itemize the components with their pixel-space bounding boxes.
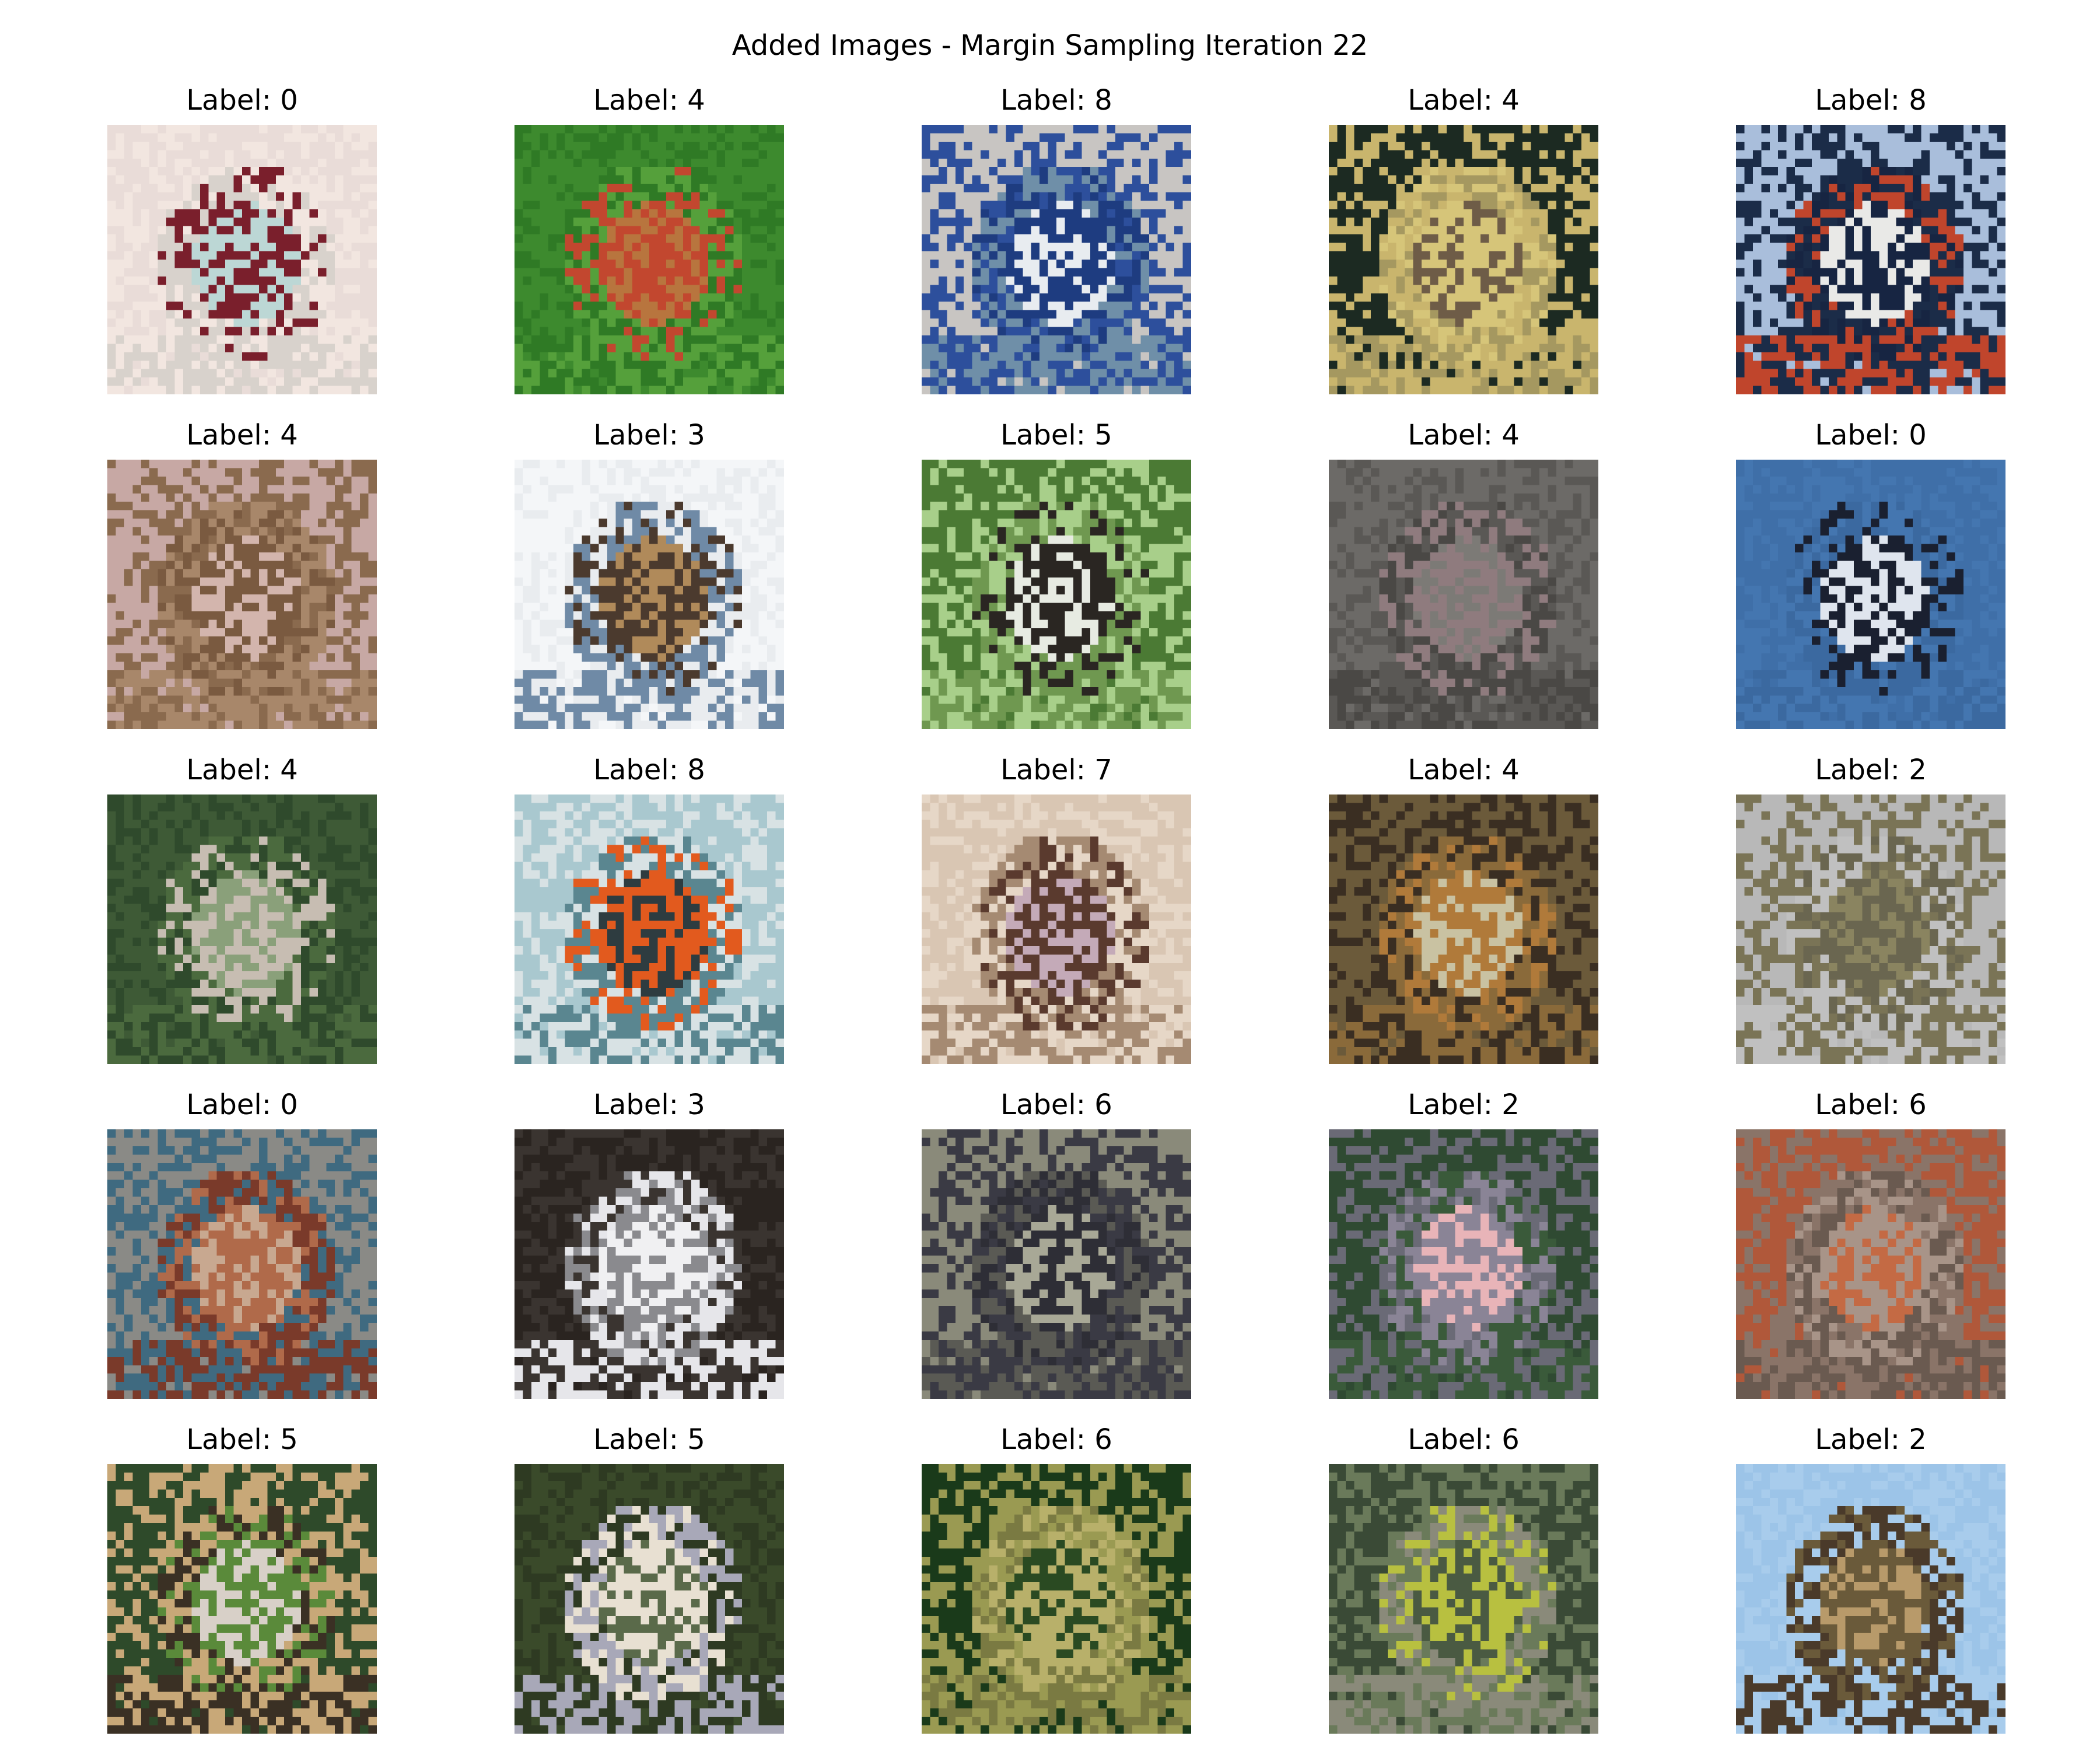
deer-thumbnail (107, 794, 377, 1064)
cat-thumbnail (514, 460, 784, 729)
dog-thumbnail (514, 1464, 784, 1734)
deer-thumbnail (1329, 460, 1598, 729)
image-label: Label: 6 (1306, 1422, 1622, 1457)
frog-thumbnail (1736, 1129, 2006, 1399)
image-label: Label: 0 (84, 83, 400, 118)
image-label: Label: 6 (898, 1087, 1214, 1122)
deer-thumbnail (514, 125, 784, 394)
image-label: Label: 3 (491, 418, 807, 453)
frog-thumbnail (922, 1129, 1191, 1399)
image-label: Label: 0 (1713, 418, 2029, 453)
figure-title: Added Images - Margin Sampling Iteration… (0, 28, 2100, 63)
image-label: Label: 6 (898, 1422, 1214, 1457)
deer-thumbnail (1329, 794, 1598, 1064)
deer-thumbnail (1329, 125, 1598, 394)
frog-thumbnail (1329, 1464, 1598, 1734)
image-label: Label: 4 (1306, 83, 1622, 118)
image-label: Label: 5 (84, 1422, 400, 1457)
cat-thumbnail (514, 1129, 784, 1399)
image-label: Label: 8 (1713, 83, 2029, 118)
ship-thumbnail (514, 794, 784, 1064)
image-label: Label: 4 (491, 83, 807, 118)
bird-thumbnail (1736, 1464, 2006, 1734)
deer-thumbnail (107, 460, 377, 729)
image-label: Label: 7 (898, 752, 1214, 788)
airplane-thumbnail (107, 125, 377, 394)
image-label: Label: 4 (1306, 752, 1622, 788)
image-label: Label: 4 (84, 752, 400, 788)
ship-thumbnail (922, 125, 1191, 394)
horse-thumbnail (922, 794, 1191, 1064)
image-label: Label: 4 (84, 418, 400, 453)
image-label: Label: 5 (491, 1422, 807, 1457)
image-label: Label: 8 (898, 83, 1214, 118)
image-label: Label: 3 (491, 1087, 807, 1122)
frog-thumbnail (922, 1464, 1191, 1734)
ship-thumbnail (1736, 125, 2006, 394)
image-label: Label: 0 (84, 1087, 400, 1122)
dog-thumbnail (107, 1464, 377, 1734)
image-label: Label: 6 (1713, 1087, 2029, 1122)
dog-thumbnail (922, 460, 1191, 729)
image-label: Label: 2 (1306, 1087, 1622, 1122)
image-label: Label: 8 (491, 752, 807, 788)
bird-thumbnail (1329, 1129, 1598, 1399)
airplane-thumbnail (1736, 460, 2006, 729)
image-label: Label: 2 (1713, 1422, 2029, 1457)
image-label: Label: 5 (898, 418, 1214, 453)
image-label: Label: 2 (1713, 752, 2029, 788)
bird-thumbnail (1736, 794, 2006, 1064)
airplane-thumbnail (107, 1129, 377, 1399)
image-label: Label: 4 (1306, 418, 1622, 453)
